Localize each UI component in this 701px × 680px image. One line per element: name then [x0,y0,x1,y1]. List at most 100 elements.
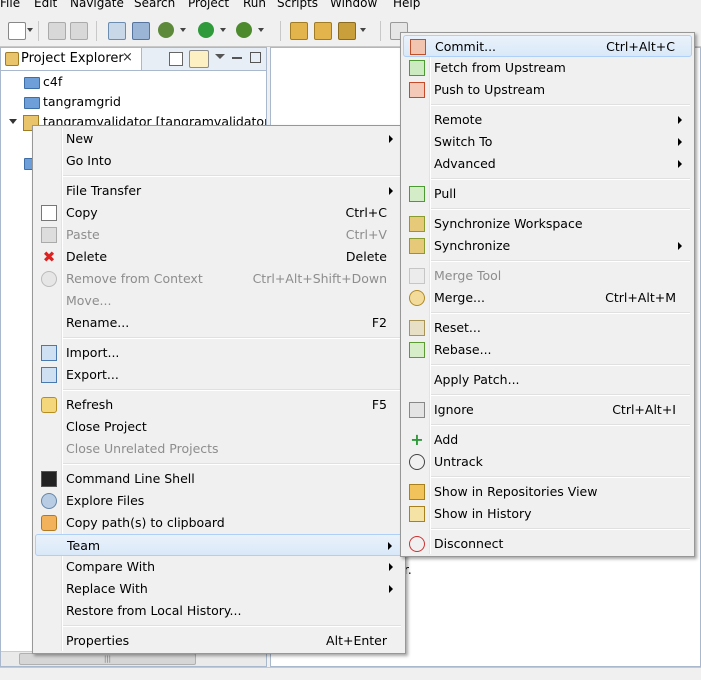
menu-item-compare-with[interactable]: Compare With [35,556,403,578]
run-icon[interactable] [198,22,214,38]
menu-item-rename[interactable]: Rename... F2 [35,312,403,334]
menu-item-shortcut: Ctrl+V [345,227,387,242]
menu-item-file-transfer[interactable]: File Transfer [35,180,403,202]
menu-item-explore-files[interactable]: Explore Files [35,490,403,512]
debug-icon[interactable] [158,22,174,38]
menu-item-copy-path-s-to-clipboard[interactable]: Copy path(s) to clipboard [35,512,403,534]
menu-project[interactable]: Project [188,0,229,10]
menu-item-disconnect[interactable]: Disconnect [403,533,692,555]
menu-item-go-into[interactable]: Go Into [35,150,403,172]
new-dropdown-icon[interactable] [27,28,33,32]
tree-item-c4f[interactable]: c4f [1,73,266,93]
merge-icon [409,290,425,306]
menu-help[interactable]: Help [393,0,420,10]
menu-item-label: File Transfer [66,183,142,198]
collapse-all-icon[interactable] [169,52,183,66]
menu-bar: File Edit Navigate Search Project Run Sc… [0,0,701,10]
open-type-icon[interactable] [132,22,150,40]
expand-arrow-icon[interactable] [9,119,17,124]
tab-project-explorer[interactable]: Project Explorer × [1,48,142,70]
save-icon[interactable] [48,22,66,40]
menu-item-delete[interactable]: ✖ Delete Delete [35,246,403,268]
menu-item-replace-with[interactable]: Replace With [35,578,403,600]
explore-icon [41,493,57,509]
menu-item-label: Close Unrelated Projects [66,441,219,456]
external-tools-icon[interactable] [236,22,252,38]
export-icon [41,367,57,383]
menu-item-copy[interactable]: Copy Ctrl+C [35,202,403,224]
open-file-icon[interactable] [314,22,332,40]
pen-dropdown-icon[interactable] [360,28,366,32]
debug-dropdown-icon[interactable] [180,28,186,32]
menu-run[interactable]: Run [243,0,266,10]
new-icon[interactable] [8,22,26,40]
menu-item-label: Remove from Context [66,271,203,286]
menu-item-restore-from-local-history[interactable]: Restore from Local History... [35,600,403,622]
menu-item-label: Rebase... [434,342,492,357]
menu-item-import[interactable]: Import... [35,342,403,364]
ignore-icon [409,402,425,418]
menu-separator [63,175,401,177]
menu-edit[interactable]: Edit [34,0,57,10]
menu-separator [63,625,401,627]
minimize-icon[interactable] [232,57,242,59]
menu-item-switch-to[interactable]: Switch To [403,131,692,153]
link-with-editor-icon[interactable] [189,50,209,68]
menu-search[interactable]: Search [134,0,175,10]
menu-item-synchronize[interactable]: Synchronize [403,235,692,257]
open-folder-icon[interactable] [290,22,308,40]
menu-item-advanced[interactable]: Advanced [403,153,692,175]
tree-item-tangramgrid[interactable]: tangramgrid [1,93,266,113]
status-bar [0,667,701,680]
menu-item-merge[interactable]: Merge... Ctrl+Alt+M [403,287,692,309]
menu-item-push-to-upstream[interactable]: Push to Upstream [403,79,692,101]
menu-item-move: Move... [35,290,403,312]
menu-item-label: Merge Tool [434,268,502,283]
view-menu-icon[interactable] [215,54,225,59]
menu-item-rebase[interactable]: Rebase... [403,339,692,361]
menu-item-shortcut: Ctrl+Alt+I [612,402,676,417]
menu-item-reset[interactable]: Reset... [403,317,692,339]
menu-file[interactable]: File [0,0,20,10]
menu-item-export[interactable]: Export... [35,364,403,386]
run-dropdown-icon[interactable] [220,28,226,32]
scrollbar-thumb[interactable]: ||| [19,653,196,665]
close-icon[interactable]: × [122,50,133,65]
menu-item-untrack[interactable]: Untrack [403,451,692,473]
menu-item-commit[interactable]: Commit... Ctrl+Alt+C [403,35,692,57]
menu-item-label: New [66,131,94,146]
menu-item-pull[interactable]: Pull [403,183,692,205]
menu-separator [431,104,690,106]
menu-item-refresh[interactable]: Refresh F5 [35,394,403,416]
menu-navigate[interactable]: Navigate [70,0,124,10]
menu-item-close-project[interactable]: Close Project [35,416,403,438]
menu-item-fetch-from-upstream[interactable]: Fetch from Upstream [403,57,692,79]
menu-item-label: Go Into [66,153,112,168]
menu-scripts[interactable]: Scripts [277,0,318,10]
menu-item-show-in-history[interactable]: Show in History [403,503,692,525]
menu-separator [431,312,690,314]
submenu-arrow-icon [389,135,393,143]
menu-item-ignore[interactable]: Ignore Ctrl+Alt+I [403,399,692,421]
menu-item-synchronize-workspace[interactable]: Synchronize Workspace [403,213,692,235]
menu-item-new[interactable]: New [35,128,403,150]
menu-item-label: Restore from Local History... [66,603,242,618]
pen-icon[interactable] [338,22,356,40]
terminal-icon [41,471,57,487]
print-icon[interactable] [70,22,88,40]
menu-item-label: Refresh [66,397,114,412]
menu-window[interactable]: Window [330,0,377,10]
maximize-icon[interactable] [250,52,261,63]
menu-item-label: Rename... [66,315,130,330]
menu-item-add[interactable]: + Add [403,429,692,451]
search-toolbar-icon[interactable] [108,22,126,40]
submenu-arrow-icon [389,563,393,571]
menu-item-command-line-shell[interactable]: Command Line Shell [35,468,403,490]
menu-item-remote[interactable]: Remote [403,109,692,131]
refresh-icon [41,397,57,413]
menu-item-apply-patch[interactable]: Apply Patch... [403,369,692,391]
menu-item-show-in-repositories-view[interactable]: Show in Repositories View [403,481,692,503]
menu-item-team[interactable]: Team [35,534,403,556]
external-tools-dropdown-icon[interactable] [258,28,264,32]
menu-item-properties[interactable]: Properties Alt+Enter [35,630,403,652]
